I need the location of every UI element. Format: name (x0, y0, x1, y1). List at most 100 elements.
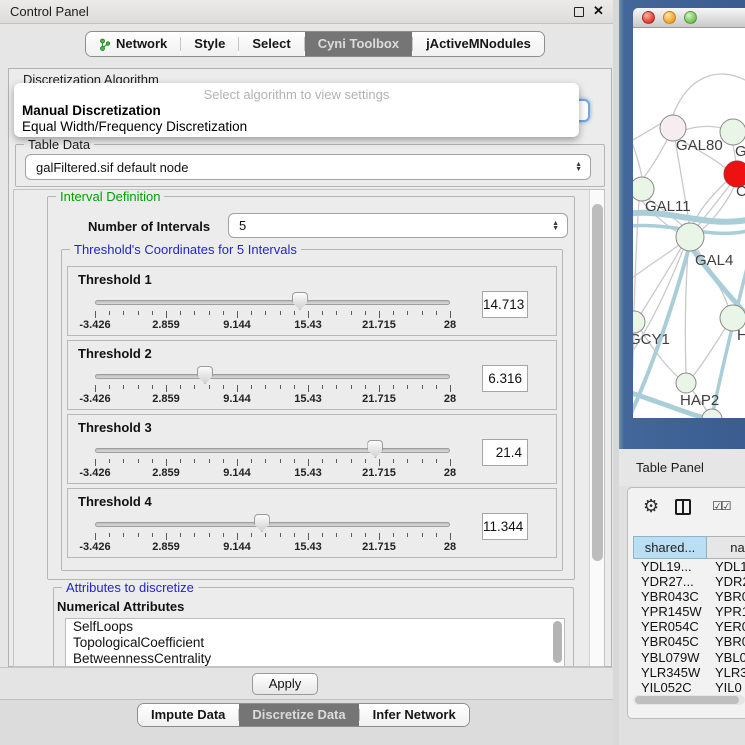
slider-tick (194, 459, 195, 463)
tab-cyni-toolbox[interactable]: Cyni Toolbox (305, 32, 412, 56)
table-row[interactable]: YER054CYER0 (633, 619, 745, 634)
threshold-4-panel: Threshold 4-3.4262.8599.14415.4321.71528… (67, 488, 557, 558)
apply-button[interactable]: Apply (252, 673, 318, 695)
table-row[interactable]: YBR045CYBR0 (633, 634, 745, 649)
table-cell: YPR145W (633, 604, 707, 619)
threshold-value-field[interactable]: 21.4 (482, 439, 528, 466)
threshold-value-field[interactable]: 11.344 (482, 513, 528, 540)
table-row[interactable]: YDR27...YDR2 (633, 574, 745, 589)
column-header-2[interactable]: na (707, 536, 745, 559)
tab-impute-data[interactable]: Impute Data (138, 704, 238, 726)
threshold-value-field[interactable]: 6.316 (482, 365, 528, 392)
slider-tick-label: 21.715 (354, 393, 404, 405)
slider-handle[interactable] (367, 440, 383, 458)
slider-tick-label: 2.859 (141, 393, 191, 405)
slider-track[interactable] (95, 374, 450, 379)
tab-network[interactable]: Network (86, 32, 180, 56)
threshold-2-panel: Threshold 2-3.4262.8599.14415.4321.71528… (67, 340, 557, 410)
slider-track[interactable] (95, 448, 450, 453)
attribute-list-item[interactable]: BetweennessCentrality (66, 651, 564, 667)
table-row[interactable]: YBR043CYBR0 (633, 589, 745, 604)
slider-tick (308, 311, 309, 318)
slider-tick (294, 385, 295, 389)
number-of-intervals-combobox[interactable]: 5 ▲▼ (228, 213, 568, 238)
threshold-value-field[interactable]: 14.713 (482, 291, 528, 318)
slider-tick (450, 311, 451, 318)
network-edge[interactable] (633, 140, 642, 177)
tab-jactivemnodules[interactable]: jActiveMNodules (413, 32, 544, 56)
table-panel-title: Table Panel (636, 460, 704, 475)
network-edge[interactable] (633, 245, 679, 286)
zoom-light-green-icon[interactable] (684, 11, 697, 24)
network-node-gal4[interactable] (676, 223, 704, 251)
table-row[interactable]: YLR345WYLR3 (633, 665, 745, 680)
network-node-label: GAL4 (695, 252, 733, 269)
network-node-ga[interactable] (720, 119, 745, 145)
slider-tick (123, 385, 124, 389)
algorithm-dropdown-popup: Select algorithm to view settings Manual… (14, 83, 579, 137)
table-row[interactable]: YDL19...YDL1 (633, 559, 745, 574)
table-horizontal-scrollbar[interactable] (633, 695, 745, 705)
slider-handle[interactable] (254, 514, 270, 532)
tab-style[interactable]: Style (181, 32, 238, 56)
network-edge[interactable] (634, 201, 639, 311)
number-of-intervals-value: 5 (229, 218, 246, 233)
slider-tick (209, 459, 210, 463)
float-window-icon[interactable] (574, 7, 584, 17)
settings-scrollbar[interactable] (589, 190, 604, 666)
dropdown-option-manual[interactable]: Manual Discretization (22, 103, 161, 118)
settings-scrollbar-thumb[interactable] (592, 204, 603, 561)
tab-infer-network[interactable]: Infer Network (360, 704, 469, 726)
table-row[interactable]: YIL052CYIL0 (633, 680, 745, 695)
slider-track[interactable] (95, 522, 450, 527)
network-edge[interactable] (685, 251, 688, 373)
apply-strip: Apply (0, 667, 613, 699)
table-row[interactable]: YBL079WYBL0 (633, 650, 745, 665)
slider-track[interactable] (95, 300, 450, 305)
tab-discretize-data[interactable]: Discretize Data (239, 704, 358, 726)
network-edge[interactable] (699, 187, 734, 232)
table-cell: YBL079W (633, 650, 707, 665)
list-scrollbar[interactable] (553, 621, 562, 663)
network-window-titlebar[interactable] (633, 8, 745, 28)
slider-tick (138, 385, 139, 389)
table-scrollbar-thumb[interactable] (635, 696, 739, 704)
column-header-1[interactable]: shared... (633, 536, 707, 559)
slider-handle[interactable] (292, 292, 308, 310)
slider-tick (336, 459, 337, 463)
table-cell: YPR1 (707, 604, 745, 619)
slider-tick-label: 2.859 (141, 467, 191, 479)
table-header-row: shared...na (633, 536, 745, 559)
network-edge[interactable] (673, 74, 745, 115)
gear-icon[interactable]: ⚙ (643, 496, 659, 517)
attribute-list-item[interactable]: TopologicalCoefficient (66, 635, 564, 651)
close-icon[interactable]: ✕ (593, 3, 604, 19)
attribute-list-item[interactable]: SelfLoops (66, 619, 564, 635)
network-node-label: GCY1 (633, 331, 670, 348)
control-panel-title: Control Panel (10, 4, 89, 19)
numerical-attributes-list[interactable]: SelfLoopsTopologicalCoefficientBetweenne… (65, 618, 565, 667)
slider-tick (436, 533, 437, 537)
slider-tick (308, 533, 309, 540)
slider-handle[interactable] (197, 366, 213, 384)
network-view-window[interactable]: GAL80GACGAL11GAL4GCY1HHAP2 (619, 0, 745, 449)
columns-icon[interactable] (675, 499, 691, 515)
slider-tick-label: 2.859 (141, 541, 191, 553)
slider-tick (223, 385, 224, 389)
dropdown-option-equal-width[interactable]: Equal Width/Frequency Discretization (22, 119, 247, 134)
network-canvas[interactable]: GAL80GACGAL11GAL4GCY1HHAP2 (633, 28, 745, 418)
table-data-combobox[interactable]: galFiltered.sif default node ▲▼ (25, 154, 591, 180)
table-cell: YLR345W (633, 665, 707, 680)
minimize-light-yellow-icon[interactable] (663, 11, 676, 24)
tab-label: jActiveMNodules (426, 32, 531, 56)
table-row[interactable]: YPR145WYPR1 (633, 604, 745, 619)
network-node-hap2[interactable] (676, 373, 696, 393)
checkboxes-icon[interactable]: ☑☑ (712, 499, 730, 513)
top-tab-bar: NetworkStyleSelectCyni Toolbox jActiveMNo… (85, 31, 545, 57)
slider-tick (109, 311, 110, 315)
close-light-red-icon[interactable] (642, 11, 655, 24)
slider-tick (138, 533, 139, 537)
network-node[interactable] (702, 409, 722, 418)
network-node-gcy1[interactable] (633, 311, 645, 333)
tab-select[interactable]: Select (239, 32, 303, 56)
